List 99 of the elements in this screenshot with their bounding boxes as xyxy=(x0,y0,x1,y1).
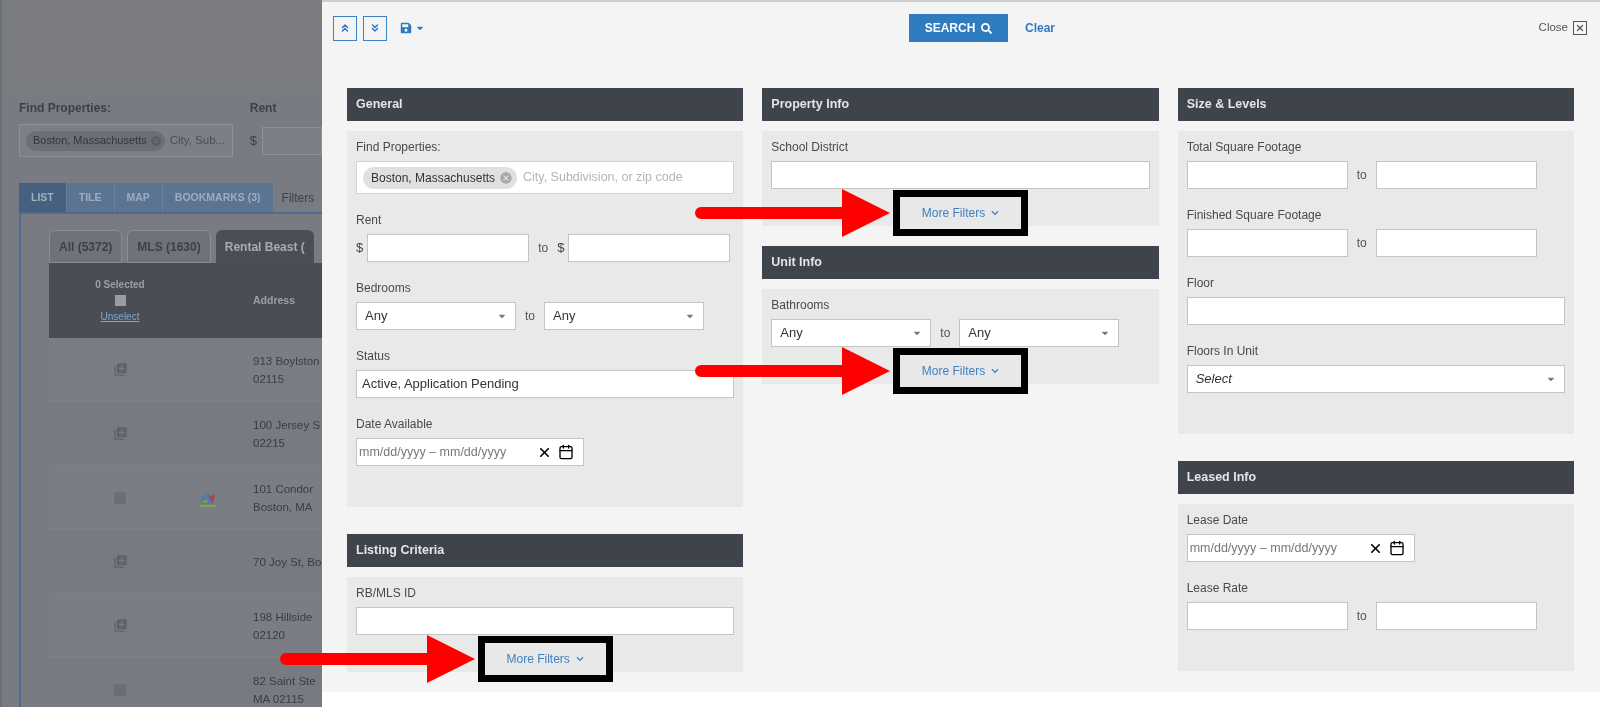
currency-symbol: $ xyxy=(356,239,365,258)
max-input[interactable] xyxy=(1375,161,1537,189)
field-label: Date Available xyxy=(356,417,434,431)
range-separator: to xyxy=(939,325,952,342)
address-text: 70 Joy St, Bo xyxy=(253,554,322,570)
address-text: 198 Hillside xyxy=(253,609,313,625)
address-text: MA 02115 xyxy=(253,691,305,707)
clear-link[interactable]: Clear xyxy=(1025,19,1055,37)
max-input[interactable] xyxy=(1375,229,1537,257)
field-label: Finished Square Footage xyxy=(1186,208,1323,222)
chevron-down-icon xyxy=(991,367,1000,375)
min-input[interactable] xyxy=(1186,602,1348,630)
field-label: Floors In Unit xyxy=(1186,344,1259,358)
range-separator: to xyxy=(524,308,536,325)
address-text: Boston, MA xyxy=(253,499,314,515)
location-chip[interactable]: Boston, Massachusetts xyxy=(26,130,165,151)
field-label: School District xyxy=(771,140,849,154)
close-button[interactable]: Close xyxy=(1538,19,1587,37)
select-field[interactable]: Any xyxy=(959,319,1120,347)
add-to-collection-icon[interactable] xyxy=(112,618,128,633)
chevrons-up-icon xyxy=(339,22,351,34)
rent-input[interactable] xyxy=(262,126,322,155)
section-header: Size & Levels xyxy=(1177,88,1574,121)
calendar-icon[interactable] xyxy=(1388,540,1405,556)
date-range-field[interactable]: mm/dd/yyyy – mm/dd/yyyy xyxy=(356,438,584,466)
add-to-collection-icon[interactable] xyxy=(112,426,128,441)
section-header: Leased Info xyxy=(1177,461,1574,494)
range-separator: to xyxy=(1355,608,1368,625)
text-input[interactable] xyxy=(1186,297,1565,325)
view-tab[interactable]: LIST xyxy=(19,183,67,212)
address-text: 82 Saint Ste xyxy=(253,673,316,689)
min-input[interactable] xyxy=(1186,161,1348,189)
max-input[interactable] xyxy=(1375,602,1537,630)
select-field[interactable]: Any xyxy=(356,302,516,330)
view-tab[interactable]: TILE xyxy=(66,183,115,212)
field-label: Total Square Footage xyxy=(1186,140,1303,154)
date-placeholder: mm/dd/yyyy – mm/dd/yyyy xyxy=(1189,539,1338,557)
remove-icon[interactable] xyxy=(149,134,162,147)
select-field[interactable]: Any xyxy=(544,302,704,330)
field-label: Rent xyxy=(356,213,383,227)
section-header: Property Info xyxy=(762,88,1159,121)
address-text: 02120 xyxy=(253,627,286,643)
search-button[interactable]: SEARCH xyxy=(909,14,1008,42)
add-to-collection-icon[interactable] xyxy=(112,554,128,569)
remove-icon[interactable] xyxy=(499,170,514,185)
select-field[interactable]: Any xyxy=(771,319,932,347)
date-range-field[interactable]: mm/dd/yyyy – mm/dd/yyyy xyxy=(1186,534,1415,562)
currency-symbol: $ xyxy=(557,239,566,258)
save-icon xyxy=(400,22,412,34)
address-text: 101 Condor xyxy=(253,481,314,497)
date-placeholder: mm/dd/yyyy – mm/dd/yyyy xyxy=(359,443,508,461)
field-label: Lease Date xyxy=(1186,513,1250,527)
field-label: Find Properties: xyxy=(356,140,442,154)
chevrons-down-icon xyxy=(369,22,381,34)
calendar-icon[interactable] xyxy=(558,444,574,460)
text-input[interactable] xyxy=(356,607,735,635)
range-separator: to xyxy=(1355,167,1368,184)
address-text: 913 Boylston xyxy=(253,353,320,369)
address-text: 02215 xyxy=(253,435,286,451)
view-tab[interactable]: MAP xyxy=(114,183,163,212)
chevron-down-icon xyxy=(991,209,1000,217)
range-separator: to xyxy=(1355,235,1368,252)
field-label: Lease Rate xyxy=(1186,581,1250,595)
field-label: Floor xyxy=(1186,276,1215,290)
selected-count: 0 Selected xyxy=(95,278,145,292)
select-all-checkbox[interactable] xyxy=(114,295,126,306)
filters-label[interactable]: Filters xyxy=(273,188,315,207)
field-label: Rent xyxy=(249,101,278,115)
status-field[interactable]: Active, Application Pending xyxy=(356,370,735,398)
field-label: Find Properties: xyxy=(19,101,112,115)
location-field[interactable]: Boston, Massachusetts City, Subdivision, or zip code xyxy=(356,161,735,194)
min-rent-input[interactable] xyxy=(367,234,530,262)
search-icon xyxy=(981,22,993,34)
view-tab[interactable]: BOOKMARKS (3) xyxy=(162,183,274,212)
unselect-link[interactable]: Unselect xyxy=(100,309,140,324)
field-label: Bedrooms xyxy=(356,281,412,295)
field-label: Bathrooms xyxy=(771,298,831,312)
select-field[interactable]: Select xyxy=(1186,365,1565,393)
close-icon xyxy=(1573,21,1587,35)
section-header: Listing Criteria xyxy=(347,534,744,567)
column-header: Address xyxy=(252,292,295,308)
save-menu-button[interactable] xyxy=(400,22,425,34)
collapse-all-button[interactable] xyxy=(333,15,357,41)
currency-symbol: $ xyxy=(249,131,257,150)
expand-all-button[interactable] xyxy=(363,15,387,41)
location-chip[interactable]: Boston, Massachusetts xyxy=(363,166,518,189)
min-input[interactable] xyxy=(1186,229,1348,257)
field-label: Status xyxy=(356,349,392,363)
field-label: RB/MLS ID xyxy=(356,586,417,600)
text-input[interactable] xyxy=(771,161,1150,189)
source-tab[interactable]: Rental Beast ( xyxy=(215,230,314,263)
section-header: Unit Info xyxy=(762,246,1159,279)
section-header: General xyxy=(347,88,744,121)
chevron-down-icon xyxy=(575,655,584,663)
max-rent-input[interactable] xyxy=(568,234,731,262)
range-separator: to xyxy=(537,240,550,257)
address-text: 100 Jersey S xyxy=(253,417,321,433)
add-to-collection-icon[interactable] xyxy=(112,362,128,377)
address-text: 02115 xyxy=(253,371,286,387)
